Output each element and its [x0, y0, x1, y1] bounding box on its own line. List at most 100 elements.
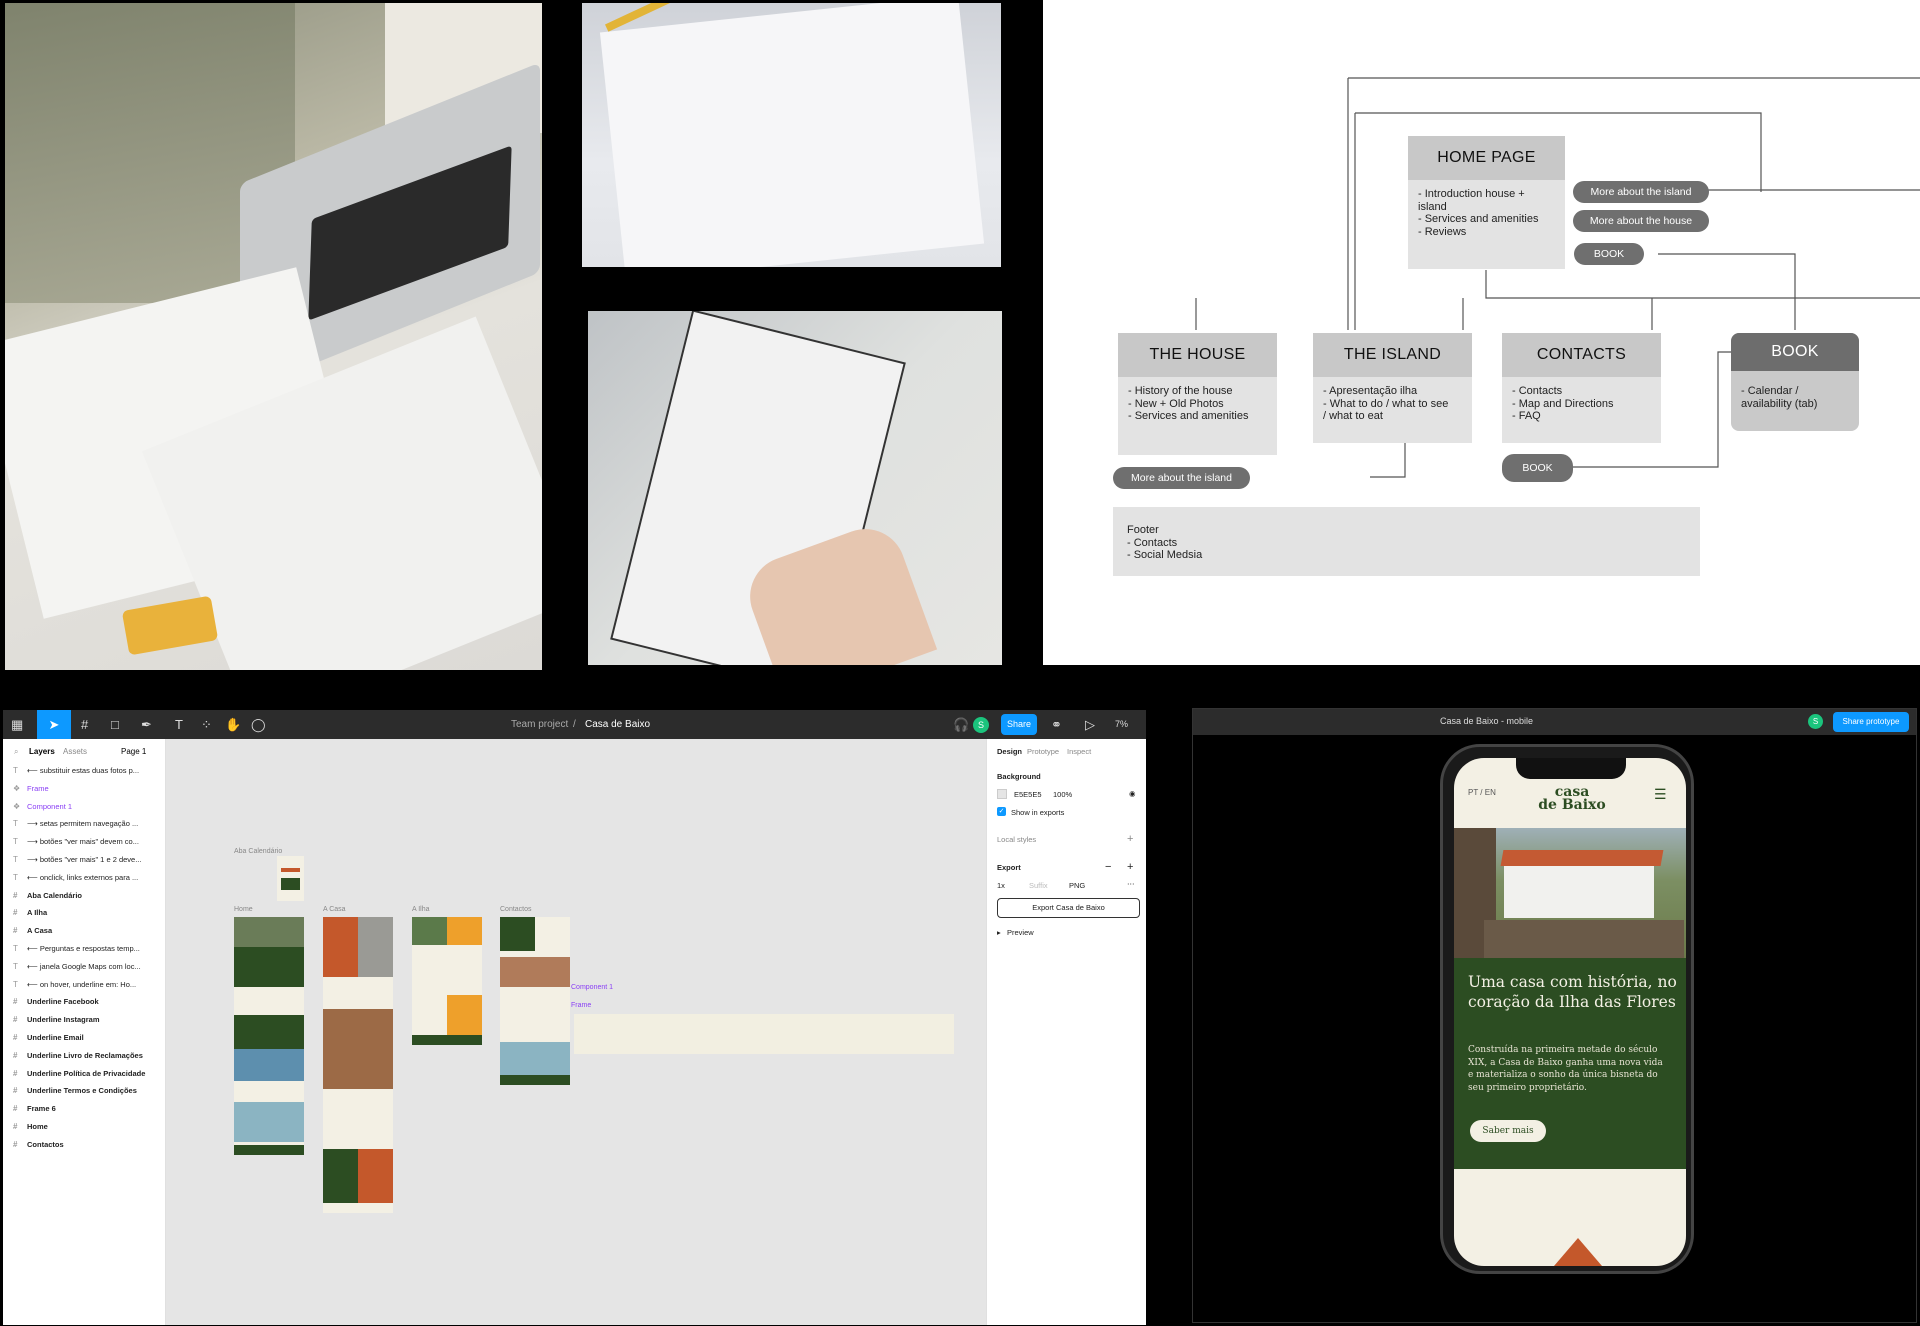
figma-menu-icon[interactable]: ▦	[11, 716, 23, 733]
prototype-title[interactable]: Casa de Baixo - mobile	[1440, 716, 1533, 726]
book-content: - Calendar / availability (tab)	[1741, 385, 1818, 410]
layer-item[interactable]: # Underline Facebook	[13, 996, 99, 1008]
headphones-icon[interactable]: 🎧	[953, 716, 969, 733]
text-layer-icon: T	[13, 855, 18, 864]
layer-item[interactable]: # Underline Livro de Reclamações	[13, 1050, 143, 1062]
search-icon[interactable]: ⌕	[14, 747, 18, 757]
frame-home[interactable]	[234, 917, 304, 1155]
contactos-green	[500, 917, 535, 951]
hand-tool-icon[interactable]: ✋	[225, 716, 241, 733]
layer-item[interactable]: T ⟵ substituir estas duas fotos p...	[13, 765, 139, 777]
design-canvas[interactable]: Aba Calendário Home A Casa A Ilha Contac…	[166, 739, 986, 1325]
resources-tool-icon[interactable]: ⁘	[201, 716, 212, 733]
layer-item[interactable]: # Underline Política de Privacidade	[13, 1068, 145, 1080]
layer-item[interactable]: ❖ Component 1	[13, 801, 72, 813]
layer-item[interactable]: # Contactos	[13, 1139, 64, 1151]
frame-label-home[interactable]: Home	[234, 906, 253, 913]
layer-item[interactable]: # Home	[13, 1121, 48, 1133]
contactos-footer	[500, 1075, 570, 1085]
language-switch[interactable]: PT / EN	[1468, 788, 1496, 797]
casa-photos	[323, 1009, 393, 1089]
frame-layer-icon: #	[13, 1050, 18, 1060]
layer-item[interactable]: T ⟶ botões "ver mais" 1 e 2 deve...	[13, 854, 141, 866]
remove-export-icon[interactable]: −	[1105, 861, 1111, 873]
frame-a-ilha[interactable]	[412, 917, 482, 1045]
tab-prototype[interactable]: Prototype	[1027, 747, 1059, 756]
page-selector[interactable]: Page 1	[121, 747, 146, 756]
component-layer-icon: ❖	[13, 801, 21, 811]
background-hex[interactable]: E5E5E5	[1014, 790, 1042, 799]
file-name[interactable]: Casa de Baixo	[585, 716, 650, 733]
layer-label: Home	[27, 1122, 48, 1131]
frame-aba-calendario[interactable]	[277, 856, 304, 901]
shape-tool-icon[interactable]: □	[111, 716, 119, 733]
avatar[interactable]: S	[973, 717, 989, 733]
layer-item[interactable]: # A Ilha	[13, 907, 47, 919]
add-style-icon[interactable]: +	[1127, 833, 1133, 845]
canvas-frame-label[interactable]: Frame	[571, 1002, 591, 1009]
preview-label[interactable]: Preview	[1007, 928, 1034, 937]
layer-item[interactable]: T ⟵ onclick, links externos para ...	[13, 872, 138, 884]
layer-item[interactable]: T ⟵ janela Google Maps com loc...	[13, 961, 141, 973]
layer-item[interactable]: T ⟶ botões "ver mais" devem co...	[13, 836, 139, 848]
pen-tool-icon[interactable]: ✒	[141, 716, 152, 733]
move-tool-icon[interactable]: ➤	[37, 710, 71, 739]
layer-item[interactable]: ❖ Frame	[13, 783, 49, 795]
present-icon[interactable]: ▷	[1085, 716, 1095, 733]
text-tool-icon[interactable]: T	[175, 716, 183, 733]
show-exports-checkbox[interactable]: ✓	[997, 807, 1006, 816]
tab-inspect[interactable]: Inspect	[1067, 747, 1091, 756]
logo[interactable]: casa de Baixo	[1532, 785, 1612, 812]
layer-item[interactable]: # Underline Email	[13, 1032, 84, 1044]
layer-item[interactable]: # Underline Instagram	[13, 1014, 100, 1026]
preview-toggle-icon[interactable]: ▸	[997, 928, 1001, 937]
share-button[interactable]: Share	[1001, 714, 1037, 735]
export-suffix[interactable]: Suffix	[1029, 881, 1048, 890]
hero-section: Uma casa com história, no coração da Ilh…	[1454, 958, 1686, 1169]
tab-design[interactable]: Design	[997, 747, 1022, 756]
layer-item[interactable]: T ⟵ on hover, underline em: Ho...	[13, 979, 136, 991]
show-exports-label: Show in exports	[1011, 808, 1065, 817]
saber-mais-button[interactable]: Saber mais	[1470, 1120, 1546, 1142]
frame-layer-icon: #	[13, 997, 18, 1007]
layer-item[interactable]: T ⟵ Perguntas e respostas temp...	[13, 943, 140, 955]
layer-item[interactable]: # Underline Termos e Condições	[13, 1085, 137, 1097]
frame-contactos[interactable]	[500, 917, 570, 1085]
phone-screen[interactable]: PT / EN casa de Baixo ☰ Uma casa com his…	[1454, 758, 1686, 1266]
layer-item[interactable]: T ⟶ setas permitem navegação ...	[13, 818, 138, 830]
frame-label-calendar[interactable]: Aba Calendário	[234, 848, 282, 855]
export-scale[interactable]: 1x	[997, 881, 1005, 890]
eye-icon[interactable]: ◉	[1129, 789, 1136, 798]
breadcrumb-team[interactable]: Team project	[511, 716, 568, 733]
layer-item[interactable]: # Aba Calendário	[13, 890, 82, 902]
more-icon[interactable]: ⋯	[1127, 879, 1135, 888]
comment-tool-icon[interactable]: ◯	[251, 716, 266, 733]
prototype-avatar[interactable]: S	[1808, 714, 1823, 729]
frame-label-ilha[interactable]: A Ilha	[412, 906, 430, 913]
ilha-yellow-2	[447, 995, 482, 1035]
add-export-icon[interactable]: +	[1127, 861, 1133, 873]
layer-item[interactable]: # A Casa	[13, 925, 52, 937]
frame-faq-strip[interactable]	[574, 1014, 954, 1054]
menu-icon[interactable]: ☰	[1654, 786, 1667, 803]
background-opacity[interactable]: 100%	[1053, 790, 1072, 799]
link-icon[interactable]: ⚭	[1051, 716, 1062, 733]
export-button[interactable]: Export Casa de Baixo	[997, 898, 1140, 918]
frame-layer-icon: #	[13, 1086, 18, 1096]
tab-assets[interactable]: Assets	[63, 747, 87, 756]
export-format[interactable]: PNG	[1069, 881, 1085, 890]
frame-label-contactos[interactable]: Contactos	[500, 906, 532, 913]
ilha-yellow	[447, 917, 482, 945]
frame-a-casa[interactable]	[323, 917, 393, 1213]
phone-notch	[1516, 758, 1626, 779]
canvas-component-label[interactable]: Component 1	[571, 984, 613, 991]
frame-tool-icon[interactable]: #	[81, 716, 88, 733]
frame-label-casa[interactable]: A Casa	[323, 906, 346, 913]
zoom-level[interactable]: 7%	[1115, 716, 1128, 733]
tab-layers[interactable]: Layers	[29, 747, 55, 756]
house-more-island-pill: More about the island	[1113, 467, 1250, 489]
share-prototype-button[interactable]: Share prototype	[1833, 712, 1909, 732]
layer-label: Contactos	[27, 1139, 64, 1149]
background-swatch[interactable]	[997, 789, 1007, 799]
layer-item[interactable]: # Frame 6	[13, 1103, 56, 1115]
